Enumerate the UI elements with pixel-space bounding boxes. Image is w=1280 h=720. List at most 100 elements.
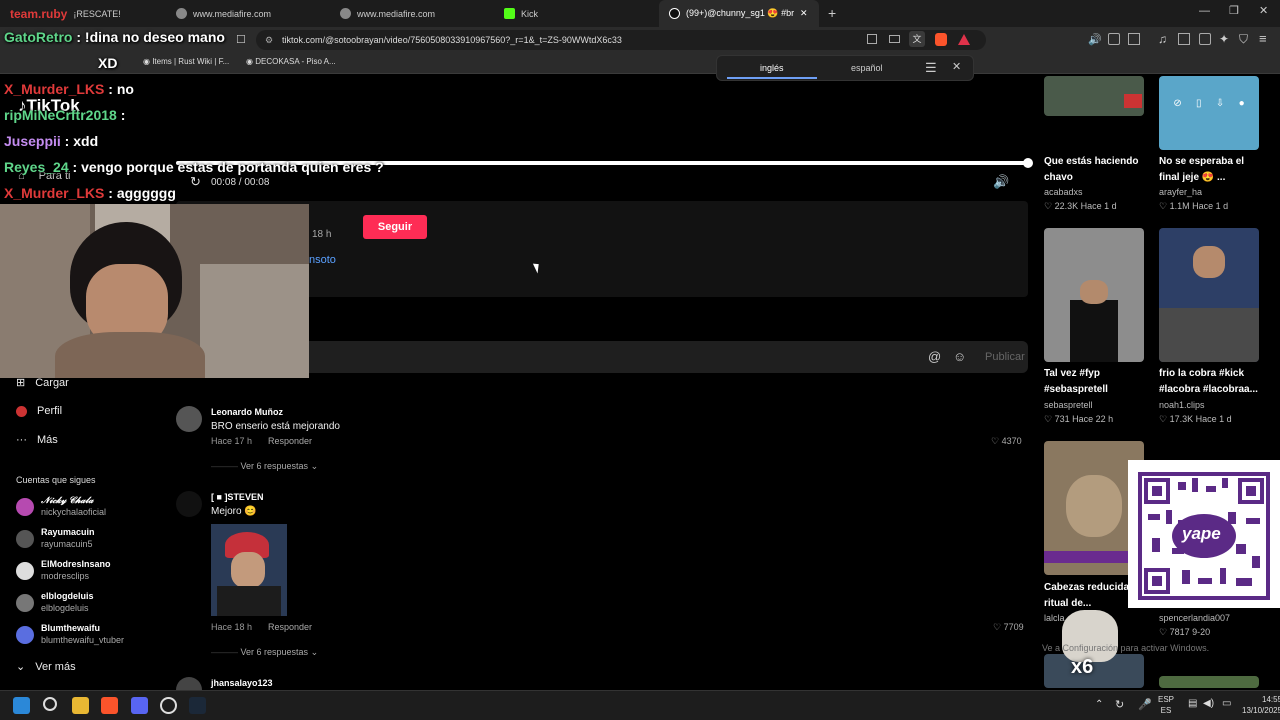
avatar[interactable]	[176, 677, 202, 690]
comment-image[interactable]	[211, 524, 287, 616]
brave-shield-icon[interactable]	[935, 33, 947, 46]
phone-icon[interactable]: ▯	[1196, 98, 1202, 114]
rewards-icon[interactable]	[958, 34, 970, 45]
view-replies[interactable]: ——— Ver 6 respuestas ⌄	[211, 647, 318, 658]
view-replies[interactable]: ——— Ver 6 respuestas ⌄	[211, 461, 318, 472]
translate-from-tab[interactable]: inglés	[760, 63, 784, 73]
avatar[interactable]	[16, 594, 34, 612]
leo-ai-icon[interactable]: ✦	[1219, 32, 1229, 46]
video-thumbnail[interactable]: ⊘ ▯ ⇩ ●	[1159, 76, 1259, 150]
video-title[interactable]: No se esperaba el final jeje 😍 ...	[1159, 154, 1265, 186]
video-title[interactable]: frio la cobra #kick #lacobra #lacobraa..…	[1159, 366, 1265, 398]
video-author[interactable]: spencerlandia007	[1159, 613, 1230, 623]
sidebar-item-more[interactable]: ··· Más	[16, 434, 58, 446]
comment-author[interactable]: Leonardo Muñoz	[211, 407, 283, 417]
avatar[interactable]	[176, 491, 202, 517]
tab-mediafire-2[interactable]: www.mediafire.com	[330, 0, 492, 27]
wallet-icon[interactable]	[1199, 33, 1211, 45]
menu-icon[interactable]: ≡	[1259, 31, 1267, 46]
progress-handle[interactable]	[1023, 158, 1033, 168]
sidebar-icon[interactable]	[1178, 33, 1190, 45]
translate-icon[interactable]: 文	[909, 31, 925, 47]
music-icon[interactable]: ♫	[1158, 32, 1167, 46]
search-icon[interactable]: ⊘	[1173, 98, 1181, 114]
chevron-up-icon[interactable]: ⌃	[1095, 699, 1103, 710]
replay-icon[interactable]: ↻	[190, 174, 201, 190]
vpn-icon[interactable]: ⛉	[1239, 32, 1248, 47]
tab-kick[interactable]: Kick	[494, 0, 656, 27]
sidebar-item-profile[interactable]: Perfil	[16, 405, 62, 417]
video-title[interactable]: Que estás haciendo chavo	[1044, 154, 1150, 186]
battery-icon[interactable]: ▭	[1222, 698, 1231, 709]
file-explorer-icon[interactable]	[72, 697, 89, 714]
video-title[interactable]: Tal vez #fyp #sebaspretell	[1044, 366, 1150, 398]
comment-author[interactable]: [ ■ ]STEVEN	[211, 492, 263, 502]
following-handle[interactable]: modresclips	[41, 571, 89, 581]
video-author[interactable]: sebaspretell	[1044, 400, 1093, 410]
steam-icon[interactable]	[189, 697, 206, 714]
avatar[interactable]	[16, 530, 34, 548]
discord-icon[interactable]	[131, 697, 148, 714]
network-icon[interactable]: ▤	[1188, 698, 1197, 709]
video-author[interactable]: lalcla	[1044, 613, 1065, 623]
tab-mediafire-1[interactable]: www.mediafire.com	[166, 0, 328, 27]
start-icon[interactable]	[13, 697, 30, 714]
following-handle[interactable]: rayumacuin5	[41, 539, 93, 549]
no-cast-icon[interactable]	[867, 34, 877, 44]
following-handle[interactable]: blumthewaifu_vtuber	[41, 635, 124, 645]
translate-to-tab[interactable]: español	[851, 63, 883, 73]
following-handle[interactable]: elblogdeluis	[41, 603, 89, 613]
close-icon[interactable]: ✕	[952, 60, 961, 73]
video-author[interactable]: noah1.clips	[1159, 400, 1205, 410]
emoji-icon[interactable]: ☺	[953, 349, 966, 364]
close-window-icon[interactable]: ✕	[1259, 4, 1268, 17]
following-name[interactable]: ElModresInsano	[41, 559, 111, 569]
follow-button[interactable]: Seguir	[363, 215, 427, 239]
avatar[interactable]	[16, 562, 34, 580]
see-more-button[interactable]: ⌄ Ver más	[16, 660, 76, 674]
new-tab-icon[interactable]: +	[828, 5, 836, 21]
search-icon[interactable]	[43, 697, 57, 711]
close-icon[interactable]: ✕	[800, 8, 808, 19]
tab-rescate[interactable]: team.ruby ¡RESCATE!	[0, 0, 160, 27]
following-handle[interactable]: nickychalaoficial	[41, 507, 106, 517]
video-thumbnail[interactable]	[1159, 676, 1259, 688]
bookmark-decokasa[interactable]: ◉ DECOKASA - Piso A...	[246, 57, 336, 66]
avatar[interactable]	[16, 626, 34, 644]
comment-like[interactable]: ♡ 7709	[993, 622, 1024, 633]
tab-tiktok[interactable]: (99+)@chunny_sg1 😍 #brayan ✕	[659, 0, 819, 27]
speaker-icon[interactable]: ◀)	[1203, 698, 1214, 709]
microphone-icon[interactable]: 🎤	[1138, 698, 1152, 711]
following-name[interactable]: Blumthewaifu	[41, 623, 100, 633]
avatar[interactable]: ●	[1239, 98, 1245, 114]
cast-icon[interactable]	[889, 35, 900, 43]
site-info-icon[interactable]: ⚙	[265, 30, 273, 50]
minimize-icon[interactable]: —	[1199, 5, 1210, 17]
download-icon[interactable]: ⇩	[1216, 98, 1224, 114]
screenshot-icon[interactable]	[1128, 33, 1140, 45]
video-thumbnail[interactable]	[1044, 76, 1144, 116]
comment-author[interactable]: jhansalayo123	[211, 678, 273, 688]
video-author[interactable]: acabadxs	[1044, 187, 1083, 197]
restore-icon[interactable]: ❐	[1229, 4, 1239, 17]
video-author[interactable]: arayfer_ha	[1159, 187, 1202, 197]
translate-menu-icon[interactable]: ☰	[925, 60, 937, 76]
sidebar-item-upload[interactable]: ⊞ Cargar	[16, 376, 69, 390]
brave-icon[interactable]	[101, 697, 118, 714]
following-name[interactable]: 𝒩𝒾𝒸𝓀𝓎 𝒞𝒽𝒶𝓁𝒶	[41, 495, 93, 506]
following-name[interactable]: elblogdeluis	[41, 591, 94, 601]
author-link[interactable]: nsoto	[309, 254, 336, 266]
video-thumbnail[interactable]	[1044, 228, 1144, 362]
language-indicator[interactable]: ESP ES	[1158, 694, 1174, 716]
audio-icon[interactable]: 🔊	[1088, 33, 1102, 46]
comment-like[interactable]: ♡ 4370	[991, 436, 1022, 447]
publish-button[interactable]: Publicar	[985, 351, 1025, 363]
volume-icon[interactable]: 🔊	[993, 174, 1009, 190]
extensions-icon[interactable]	[1108, 33, 1120, 45]
obs-icon[interactable]	[160, 697, 177, 714]
reply-button[interactable]: Responder	[268, 436, 312, 446]
sync-icon[interactable]: ↻	[1115, 698, 1124, 711]
mention-icon[interactable]: @	[928, 349, 941, 364]
bookmark-icon[interactable]: ☐	[236, 33, 246, 46]
following-name[interactable]: Rayumacuin	[41, 527, 95, 537]
